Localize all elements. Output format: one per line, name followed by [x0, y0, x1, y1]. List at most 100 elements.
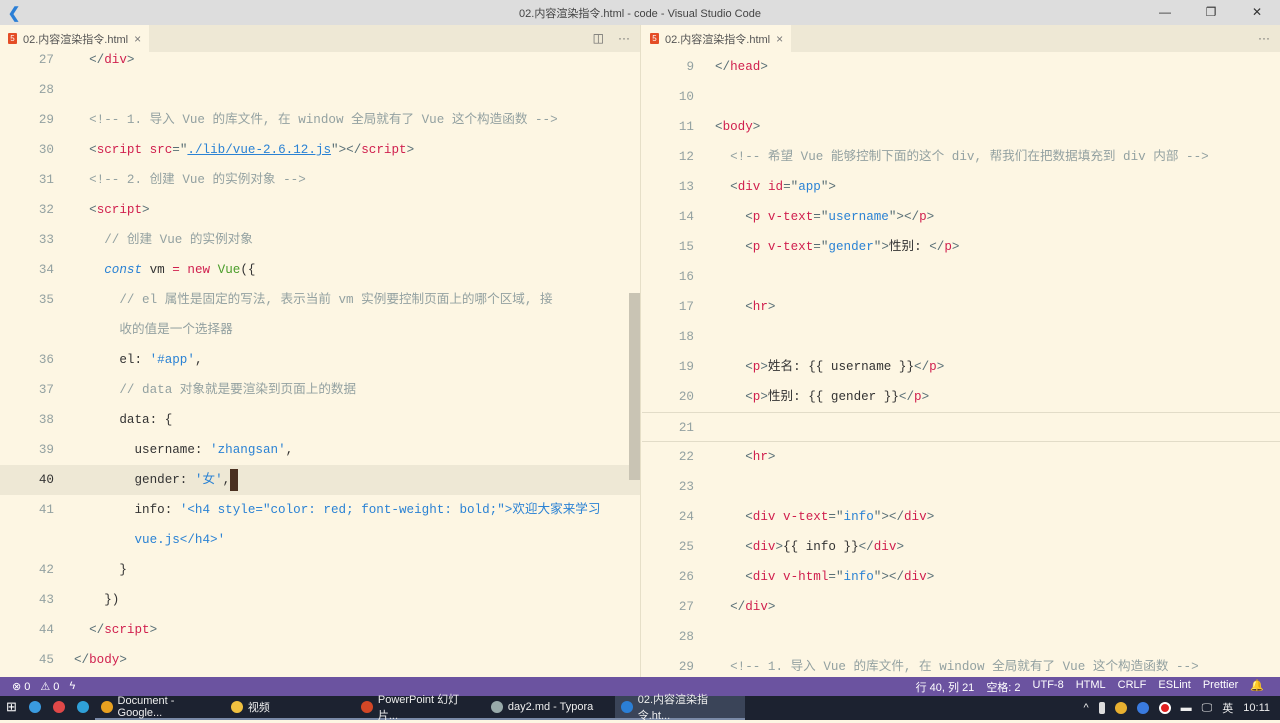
eol[interactable]: CRLF	[1118, 679, 1147, 695]
code-line[interactable]: 35 // el 属性是固定的写法, 表示当前 vm 实例要控制页面上的哪个区域…	[0, 285, 640, 315]
tab-close-icon[interactable]: ×	[134, 32, 141, 46]
start-button[interactable]: ⊞	[0, 696, 23, 720]
errors-indicator[interactable]: ⊗ 0	[12, 680, 30, 693]
code-token: gender	[828, 240, 873, 254]
code-line[interactable]: 33 // 创建 Vue 的实例对象	[0, 225, 640, 255]
code-line[interactable]: 40 gender: '女',	[0, 465, 640, 495]
line-text: <p v-text="username"></p>	[715, 202, 934, 232]
code-token: head	[730, 60, 760, 74]
notifications-bell-icon[interactable]: 🔔	[1250, 679, 1264, 695]
microphone-icon[interactable]	[1099, 702, 1105, 714]
code-line[interactable]: 44 </script>	[0, 615, 640, 645]
code-line[interactable]: 34 const vm = new Vue({	[0, 255, 640, 285]
prettier-status[interactable]: Prettier	[1203, 679, 1238, 695]
code-line[interactable]: 37 // data 对象就是要渲染到页面上的数据	[0, 375, 640, 405]
cursor-position[interactable]: 行 40, 列 21	[916, 679, 975, 695]
code-line[interactable]: 27 </div>	[642, 592, 1280, 622]
code-line[interactable]: 13 <div id="app">	[642, 172, 1280, 202]
tab-close-icon[interactable]: ×	[776, 32, 783, 46]
left-editor-pane[interactable]: 5 02.内容渲染指令.html × ◫ ··· 27 </div>2829 <…	[0, 25, 641, 677]
code-line[interactable]: 27 </div>	[0, 45, 640, 75]
sync-icon[interactable]: ϟ	[69, 680, 75, 693]
indentation[interactable]: 空格: 2	[986, 679, 1020, 695]
code-line[interactable]: 39 username: 'zhangsan',	[0, 435, 640, 465]
code-line[interactable]: 45</body>	[0, 645, 640, 675]
code-line[interactable]: 20 <p>性别: {{ gender }}</p>	[642, 382, 1280, 412]
battery-icon[interactable]: ▬	[1181, 702, 1192, 714]
code-token: hr	[753, 300, 768, 314]
taskbar-app[interactable]: PowerPoint 幻灯片...	[355, 696, 485, 720]
code-line[interactable]: 16	[642, 262, 1280, 292]
eslint-status[interactable]: ESLint	[1158, 679, 1190, 695]
code-line[interactable]: 18	[642, 322, 1280, 352]
close-button[interactable]: ✕	[1234, 0, 1280, 25]
taskbar-app[interactable]: 视频	[225, 696, 355, 720]
input-method[interactable]: 英	[1222, 700, 1233, 716]
line-text: info: '<h4 style="color: red; font-weigh…	[74, 495, 601, 525]
code-line[interactable]: 36 el: '#app',	[0, 345, 640, 375]
code-line[interactable]: 29 <!-- 1. 导入 Vue 的库文件, 在 window 全局就有了 V…	[0, 105, 640, 135]
code-token: <	[715, 510, 753, 524]
line-text: <!-- 希望 Vue 能够控制下面的这个 div, 帮我们在把数据填充到 di…	[715, 142, 1209, 172]
code-token: <!-- 希望 Vue 能够控制下面的这个 div, 帮我们在把数据填充到 di…	[715, 150, 1209, 164]
code-line[interactable]: 14 <p v-text="username"></p>	[642, 202, 1280, 232]
code-line[interactable]: 12 <!-- 希望 Vue 能够控制下面的这个 div, 帮我们在把数据填充到…	[642, 142, 1280, 172]
code-line[interactable]: 43 })	[0, 585, 640, 615]
line-text: <p>姓名: {{ username }}</p>	[715, 352, 944, 382]
maximize-button[interactable]: ❐	[1188, 0, 1234, 25]
code-token: ">	[874, 240, 889, 254]
code-token: >	[760, 390, 768, 404]
tray-app-icon[interactable]	[1115, 702, 1127, 714]
code-line[interactable]: 22 <hr>	[642, 442, 1280, 472]
minimize-button[interactable]: —	[1142, 0, 1188, 25]
code-line[interactable]: vue.js</h4>'	[0, 525, 640, 555]
tab-file[interactable]: 5 02.内容渲染指令.html ×	[642, 25, 791, 52]
scrollbar-thumb[interactable]	[629, 293, 640, 480]
more-actions-icon[interactable]: ···	[1258, 25, 1270, 52]
warnings-indicator[interactable]: ⚠ 0	[40, 680, 59, 693]
code-line[interactable]: 收的值是一个选择器	[0, 315, 640, 345]
tray-app-icon[interactable]	[1137, 702, 1149, 714]
code-line[interactable]: 42 }	[0, 555, 640, 585]
line-number: 12	[642, 142, 694, 172]
code-line[interactable]: 28	[642, 622, 1280, 652]
code-line[interactable]: 41 info: '<h4 style="color: red; font-we…	[0, 495, 640, 525]
code-line[interactable]: 23	[642, 472, 1280, 502]
language-mode[interactable]: HTML	[1076, 679, 1106, 695]
code-line[interactable]: 30 <script src="./lib/vue-2.6.12.js"></s…	[0, 135, 640, 165]
code-line[interactable]: 31 <!-- 2. 创建 Vue 的实例对象 -->	[0, 165, 640, 195]
line-number: 31	[0, 165, 54, 195]
code-line[interactable]: 21	[642, 412, 1280, 442]
code-line[interactable]: 15 <p v-text="gender">性别: </p>	[642, 232, 1280, 262]
code-line[interactable]: 19 <p>姓名: {{ username }}</p>	[642, 352, 1280, 382]
code-line[interactable]: 32 <script>	[0, 195, 640, 225]
code-line[interactable]: 10	[642, 82, 1280, 112]
network-icon[interactable]: 🖵	[1202, 702, 1213, 715]
code-token	[74, 263, 104, 277]
line-number: 41	[0, 495, 54, 525]
code-line[interactable]: 38 data: {	[0, 405, 640, 435]
code-line[interactable]: 28	[0, 75, 640, 105]
taskbar-app[interactable]: 02.内容渲染指令.ht...	[615, 696, 745, 720]
code-token: script	[361, 143, 406, 157]
code-line[interactable]: 9</head>	[642, 52, 1280, 82]
encoding[interactable]: UTF-8	[1033, 679, 1064, 695]
taskbar-app[interactable]	[71, 696, 95, 720]
code-line[interactable]: 24 <div v-text="info"></div>	[642, 502, 1280, 532]
code-line[interactable]: 25 <div>{{ info }}</div>	[642, 532, 1280, 562]
code-line[interactable]: 17 <hr>	[642, 292, 1280, 322]
line-number: 34	[0, 255, 54, 285]
taskbar-app[interactable]: Document - Google...	[95, 696, 225, 720]
taskbar-app[interactable]	[23, 696, 47, 720]
tray-expand-icon[interactable]: ^	[1084, 702, 1089, 714]
right-editor-pane[interactable]: 5 02.内容渲染指令.html × ··· 9</head>1011<body…	[642, 25, 1280, 677]
line-number: 10	[642, 82, 694, 112]
taskbar-app[interactable]: day2.md - Typora	[485, 696, 615, 720]
clock[interactable]: 10:11	[1243, 702, 1270, 714]
code-token: </	[859, 540, 874, 554]
code-line[interactable]: 11<body>	[642, 112, 1280, 142]
code-line[interactable]: 29 <!-- 1. 导入 Vue 的库文件, 在 window 全局就有了 V…	[642, 652, 1280, 677]
taskbar-app[interactable]	[47, 696, 71, 720]
record-icon[interactable]	[1159, 702, 1171, 714]
code-line[interactable]: 26 <div v-html="info"></div>	[642, 562, 1280, 592]
